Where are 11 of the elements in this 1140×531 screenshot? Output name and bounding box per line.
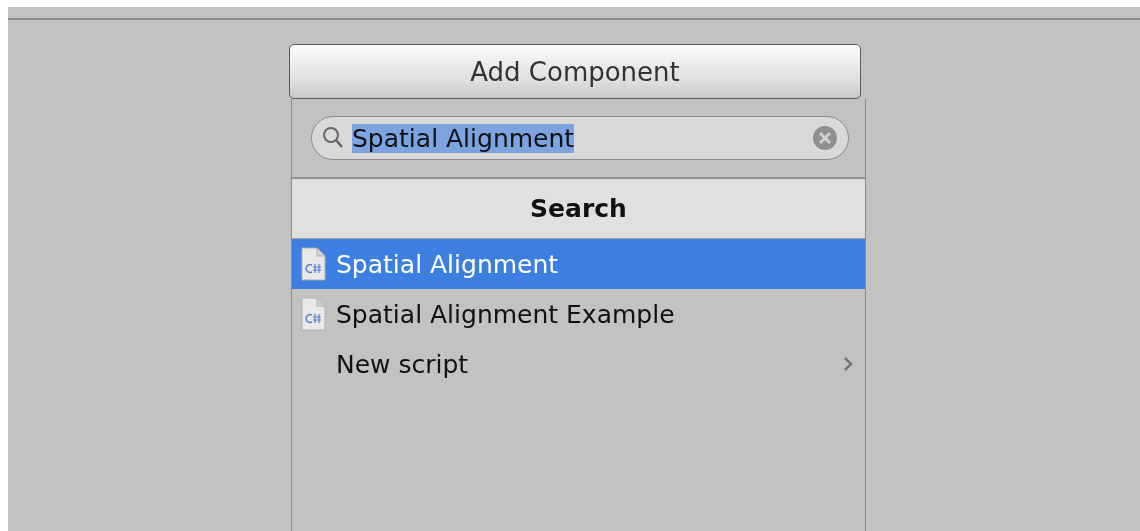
menu-item[interactable]: Spatial Alignment Example xyxy=(292,289,865,339)
search-icon xyxy=(322,126,344,150)
add-component-button[interactable]: Add Component xyxy=(289,44,861,99)
script-file-icon xyxy=(300,247,326,281)
menu-item[interactable]: New script xyxy=(292,339,865,389)
search-field[interactable]: Spatial Alignment xyxy=(311,116,849,160)
chevron-right-icon xyxy=(843,356,853,372)
menu-item[interactable]: Spatial Alignment xyxy=(292,239,865,289)
clear-icon[interactable] xyxy=(812,125,838,151)
results-header: Search xyxy=(292,179,865,239)
script-file-icon xyxy=(300,297,326,331)
